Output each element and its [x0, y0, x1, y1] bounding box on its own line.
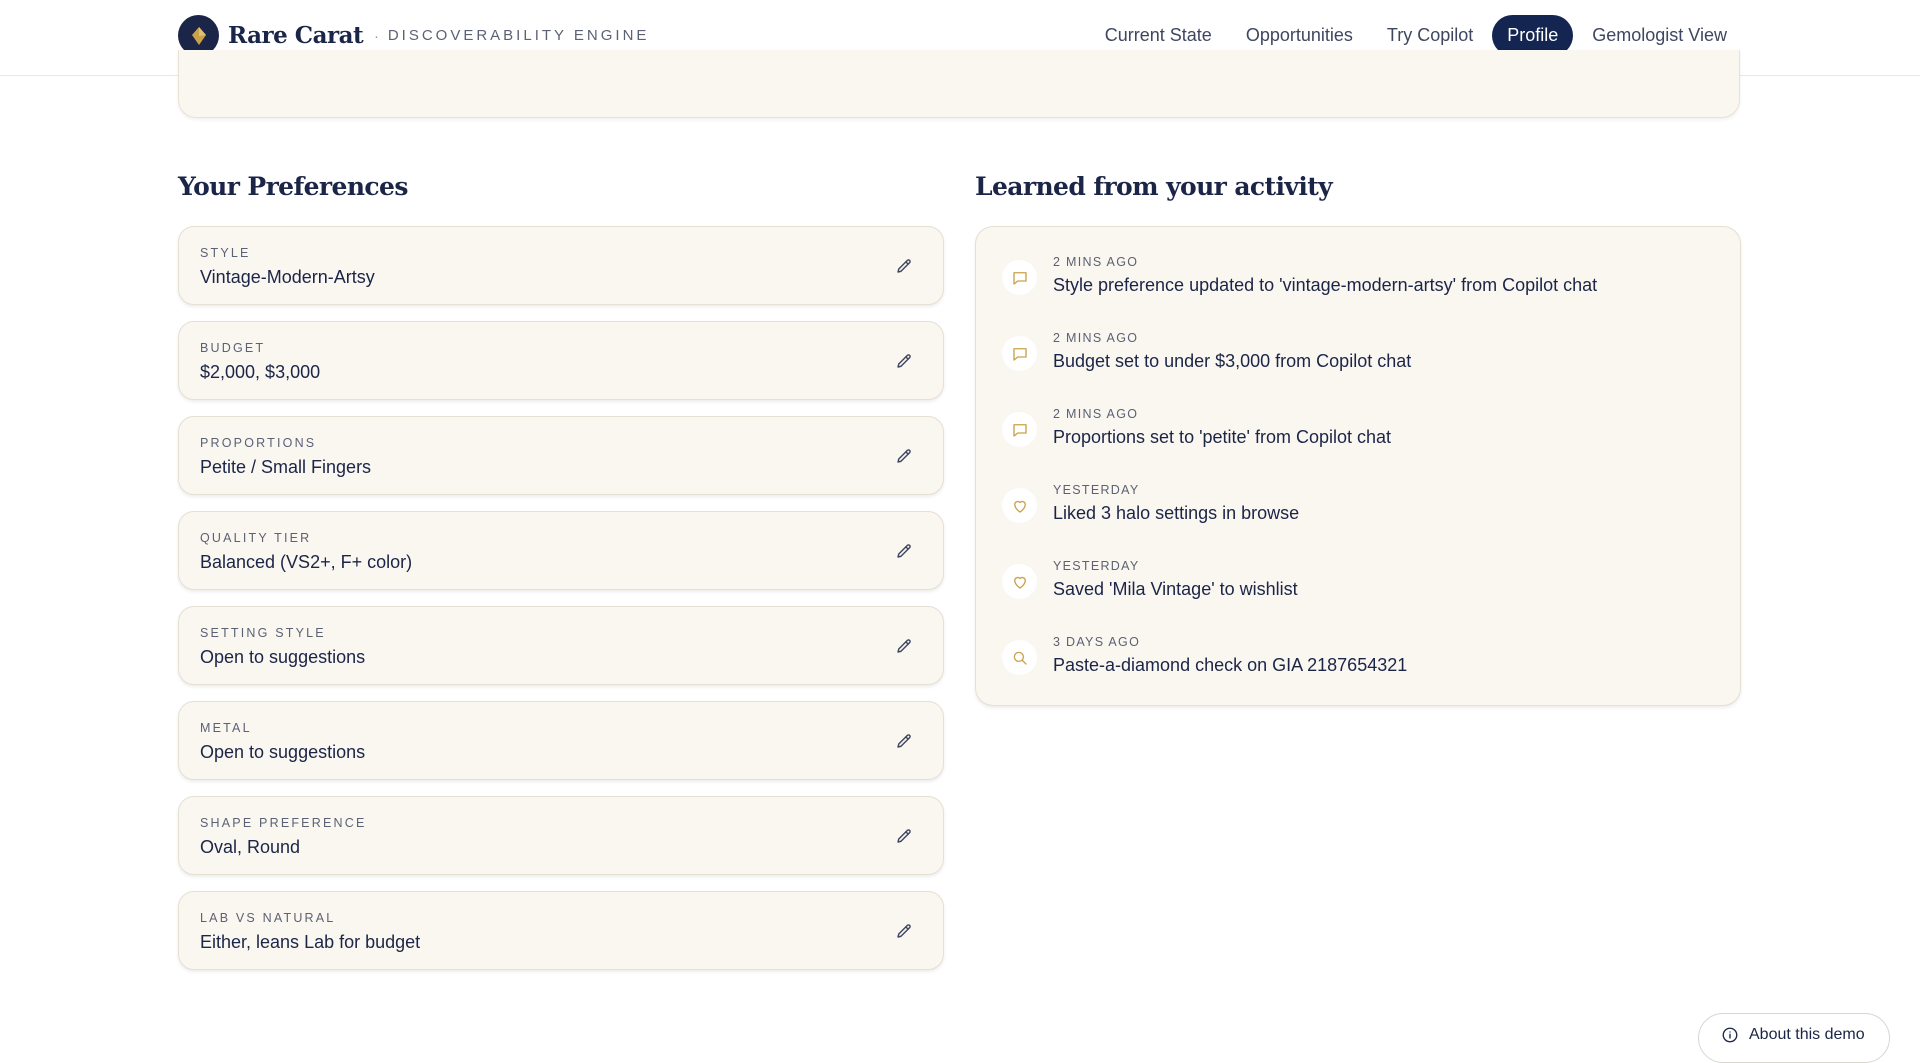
- activity-time: 2 MINS AGO: [1053, 255, 1139, 269]
- activity-time: 2 MINS AGO: [1053, 407, 1139, 421]
- preference-label: METAL: [200, 721, 252, 735]
- preference-card-setting-style: SETTING STYLE Open to suggestions: [178, 606, 944, 685]
- edit-pencil-icon[interactable]: [893, 635, 915, 657]
- preference-value: $2,000, $3,000: [200, 362, 321, 382]
- preference-card-lab-vs-natural: LAB VS NATURAL Either, leans Lab for bud…: [178, 891, 944, 970]
- about-demo-button[interactable]: About this demo: [1698, 1013, 1890, 1063]
- preference-card-shape: SHAPE PREFERENCE Oval, Round: [178, 796, 944, 875]
- chat-bubble-icon: [1002, 336, 1037, 371]
- activity-text: Paste-a-diamond check on GIA 2187654321: [1053, 655, 1408, 675]
- preference-label: LAB VS NATURAL: [200, 911, 336, 925]
- brand-tagline: DISCOVERABILITY ENGINE: [387, 27, 650, 44]
- activity-item: YESTERDAY Liked 3 halo settings in brows…: [1002, 483, 1702, 543]
- search-icon: [1002, 640, 1037, 675]
- activity-heading: Learned from your activity: [975, 172, 1333, 201]
- activity-item: 2 MINS AGO Style preference updated to '…: [1002, 255, 1702, 315]
- preference-value: Oval, Round: [200, 837, 301, 857]
- preference-value: Vintage-Modern-Artsy: [200, 267, 375, 287]
- preferences-heading: Your Preferences: [178, 172, 408, 201]
- activity-item: 2 MINS AGO Budget set to under $3,000 fr…: [1002, 331, 1702, 391]
- preference-value: Petite / Small Fingers: [200, 457, 372, 477]
- activity-time: 3 DAYS AGO: [1053, 635, 1141, 649]
- activity-feed: 2 MINS AGO Style preference updated to '…: [975, 226, 1741, 706]
- heart-icon: [1002, 564, 1037, 599]
- preferences-list: STYLE Vintage-Modern-Artsy BUDGET $2,000…: [178, 226, 944, 986]
- activity-item: 3 DAYS AGO Paste-a-diamond check on GIA …: [1002, 635, 1702, 695]
- activity-text: Proportions set to 'petite' from Copilot…: [1053, 427, 1392, 447]
- edit-pencil-icon[interactable]: [893, 445, 915, 467]
- activity-item: YESTERDAY Saved 'Mila Vintage' to wishli…: [1002, 559, 1702, 619]
- activity-time: 2 MINS AGO: [1053, 331, 1139, 345]
- activity-time: YESTERDAY: [1053, 483, 1140, 497]
- activity-text: Saved 'Mila Vintage' to wishlist: [1053, 579, 1298, 599]
- preference-label: BUDGET: [200, 341, 266, 355]
- preference-label: SETTING STYLE: [200, 626, 326, 640]
- brand-separator: ·: [374, 27, 379, 44]
- chat-bubble-icon: [1002, 412, 1037, 447]
- preference-value: Either, leans Lab for budget: [200, 932, 421, 952]
- profile-summary-card: [178, 50, 1740, 118]
- preference-value: Open to suggestions: [200, 647, 366, 667]
- preference-label: STYLE: [200, 246, 251, 260]
- preference-value: Open to suggestions: [200, 742, 366, 762]
- activity-text: Style preference updated to 'vintage-mod…: [1053, 275, 1598, 295]
- preference-label: QUALITY TIER: [200, 531, 312, 545]
- edit-pencil-icon[interactable]: [893, 350, 915, 372]
- activity-time: YESTERDAY: [1053, 559, 1140, 573]
- edit-pencil-icon[interactable]: [893, 920, 915, 942]
- preference-label: SHAPE PREFERENCE: [200, 816, 367, 830]
- edit-pencil-icon[interactable]: [893, 825, 915, 847]
- edit-pencil-icon[interactable]: [893, 730, 915, 752]
- heart-icon: [1002, 488, 1037, 523]
- preference-value: Balanced (VS2+, F+ color): [200, 552, 413, 572]
- preference-card-quality-tier: QUALITY TIER Balanced (VS2+, F+ color): [178, 511, 944, 590]
- preference-card-style: STYLE Vintage-Modern-Artsy: [178, 226, 944, 305]
- activity-text: Liked 3 halo settings in browse: [1053, 503, 1300, 523]
- edit-pencil-icon[interactable]: [893, 540, 915, 562]
- chat-bubble-icon: [1002, 260, 1037, 295]
- edit-pencil-icon[interactable]: [893, 255, 915, 277]
- activity-text: Budget set to under $3,000 from Copilot …: [1053, 351, 1412, 371]
- about-demo-label: About this demo: [1749, 1026, 1865, 1043]
- activity-item: 2 MINS AGO Proportions set to 'petite' f…: [1002, 407, 1702, 467]
- preference-card-metal: METAL Open to suggestions: [178, 701, 944, 780]
- brand-name: Rare Carat: [228, 22, 364, 49]
- preference-label: PROPORTIONS: [200, 436, 317, 450]
- preference-card-proportions: PROPORTIONS Petite / Small Fingers: [178, 416, 944, 495]
- preference-card-budget: BUDGET $2,000, $3,000: [178, 321, 944, 400]
